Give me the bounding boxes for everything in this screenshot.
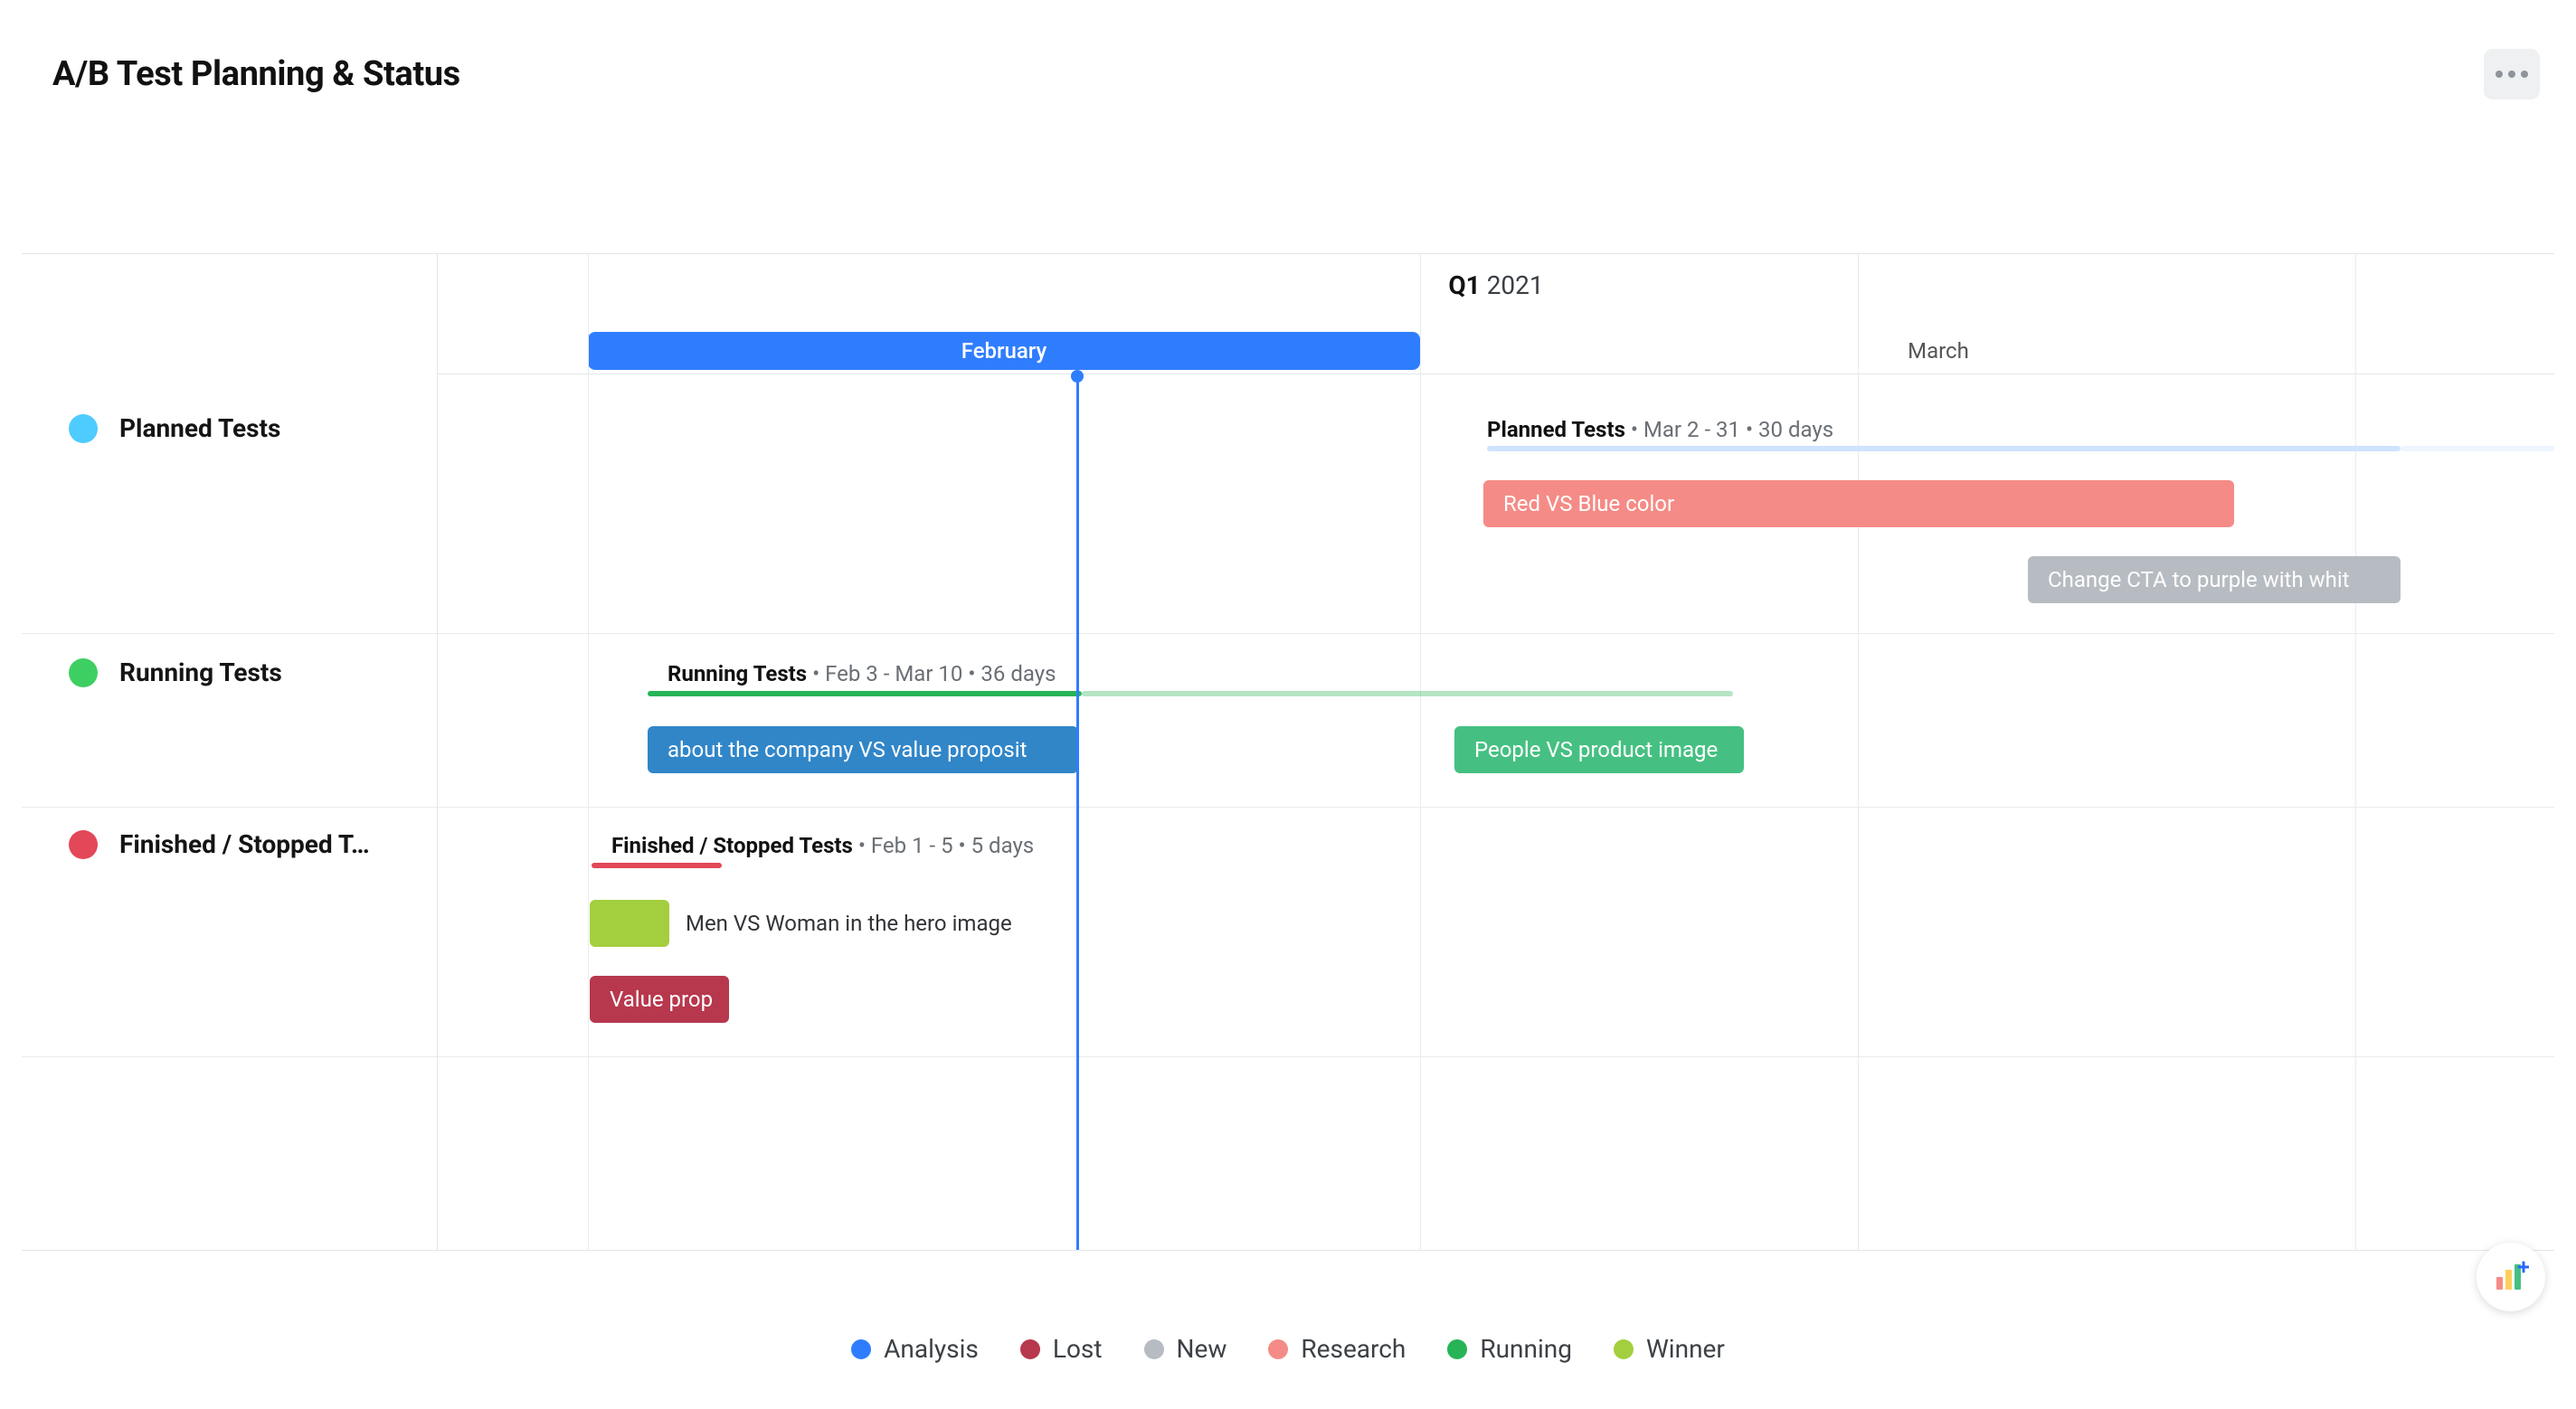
task-bar[interactable]: Value prop (590, 976, 729, 1023)
lane-title: Finished / Stopped T… (119, 829, 370, 859)
legend-color-dot (851, 1339, 871, 1359)
timeline-quarter-label: Q1 2021 (438, 270, 2554, 300)
legend-label: Research (1301, 1334, 1406, 1364)
dots-icon (2496, 71, 2503, 78)
lane-color-dot (69, 414, 98, 443)
group-summary-planned[interactable]: Planned Tests • Mar 2 - 31 • 30 days (1487, 417, 1833, 442)
timeline-month-header: February March (438, 332, 2554, 370)
legend-color-dot (1447, 1339, 1467, 1359)
lane-canvas-running (438, 634, 2554, 808)
lane-label: Planned Tests (69, 413, 280, 443)
legend-label: Lost (1053, 1334, 1103, 1364)
group-summary-finished[interactable]: Finished / Stopped Tests • Feb 1 - 5 • 5… (611, 833, 1034, 858)
lane-title: Running Tests (119, 657, 282, 687)
task-bar[interactable]: Red VS Blue color (1483, 480, 2234, 527)
lane-sidebar-running[interactable]: Running Tests (22, 634, 437, 808)
timeline-canvas[interactable]: Q1 2021 February March Planned Tests • Ma… (438, 254, 2554, 1250)
timeline: Planned Tests Running Tests Finished / Sto… (22, 253, 2554, 1251)
task-bar[interactable]: People VS product image (1454, 726, 1744, 773)
legend-item[interactable]: Research (1268, 1334, 1406, 1364)
chart-plus-icon (2493, 1259, 2529, 1295)
today-line (1076, 374, 1079, 1250)
month-label[interactable]: March (1465, 332, 2411, 370)
group-underline (1487, 446, 2401, 451)
legend-color-dot (1144, 1339, 1164, 1359)
legend-item[interactable]: Running (1447, 1334, 1572, 1364)
legend-item[interactable]: New (1144, 1334, 1227, 1364)
task-label: Men VS Woman in the hero image (686, 911, 1012, 936)
legend-label: Analysis (884, 1334, 979, 1364)
page-title: A/B Test Planning & Status (52, 54, 460, 94)
add-widget-fab[interactable] (2477, 1243, 2545, 1311)
legend-color-dot (1614, 1339, 1634, 1359)
legend-color-dot (1268, 1339, 1288, 1359)
group-underline (592, 863, 722, 868)
task-bar[interactable]: Men VS Woman in the hero image (590, 900, 669, 947)
lane-title: Planned Tests (119, 413, 280, 443)
lane-sidebar-finished[interactable]: Finished / Stopped T… (22, 806, 437, 1057)
legend-item[interactable]: Winner (1614, 1334, 1725, 1364)
timeline-sidebar: Planned Tests Running Tests Finished / Sto… (22, 254, 438, 1250)
legend-label: Winner (1646, 1334, 1725, 1364)
task-bar[interactable]: about the company VS value proposit (648, 726, 1078, 773)
group-underline (648, 691, 1082, 696)
lane-label: Running Tests (69, 657, 282, 687)
lane-sidebar-planned[interactable]: Planned Tests (22, 390, 437, 634)
more-menu-button[interactable] (2484, 49, 2540, 99)
lane-color-dot (69, 830, 98, 859)
task-bar[interactable]: Change CTA to purple with whit (2028, 556, 2401, 603)
legend-label: Running (1480, 1334, 1572, 1364)
legend-label: New (1177, 1334, 1227, 1364)
today-marker (1071, 370, 1084, 383)
month-pill-current[interactable]: February (588, 332, 1420, 370)
status-legend: Analysis Lost New Research Running Winner (0, 1334, 2576, 1364)
group-summary-running[interactable]: Running Tests • Feb 3 - Mar 10 • 36 days (668, 661, 1056, 686)
legend-item[interactable]: Analysis (851, 1334, 979, 1364)
lane-label: Finished / Stopped T… (69, 829, 370, 859)
legend-item[interactable]: Lost (1020, 1334, 1103, 1364)
lane-color-dot (69, 658, 98, 687)
legend-color-dot (1020, 1339, 1040, 1359)
